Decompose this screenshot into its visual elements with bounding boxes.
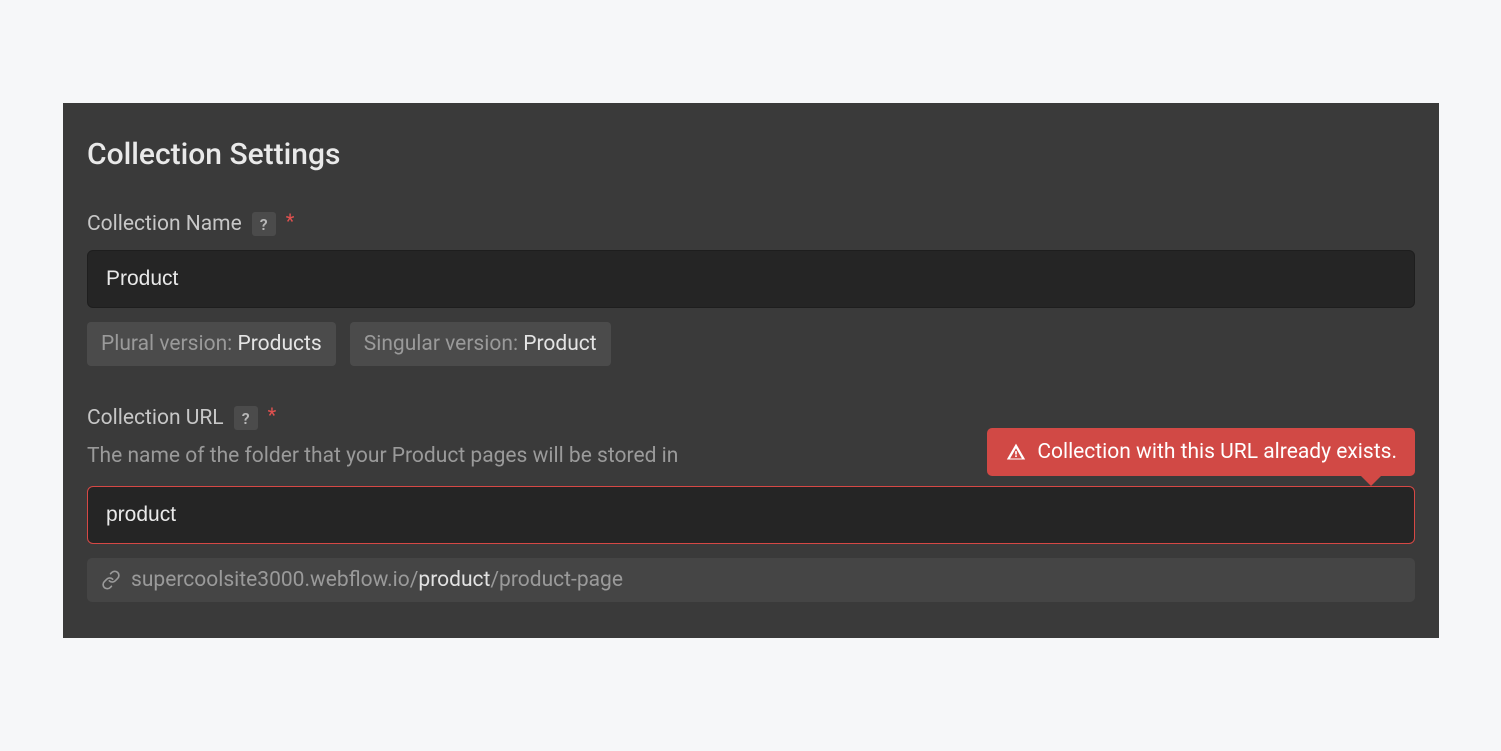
required-indicator: * [286, 211, 295, 231]
collection-name-label-row: Collection Name ? * [87, 212, 1415, 236]
collection-url-input[interactable] [87, 486, 1415, 544]
plural-prefix: Plural version: [101, 332, 237, 356]
url-preview-slug: product [418, 568, 490, 592]
url-error-text: Collection with this URL already exists. [1037, 440, 1397, 464]
url-error-tooltip: Collection with this URL already exists. [987, 428, 1415, 476]
collection-url-section: Collection with this URL already exists. [87, 486, 1415, 544]
required-indicator: * [268, 405, 277, 425]
url-preview: supercoolsite3000.webflow.io/product/pro… [87, 558, 1415, 602]
singular-version-chip[interactable]: Singular version: Product [350, 322, 611, 366]
collection-settings-panel: Collection Settings Collection Name ? * … [63, 103, 1439, 638]
collection-name-input[interactable] [87, 250, 1415, 308]
plural-value: Products [237, 332, 321, 356]
version-chips-row: Plural version: Products Singular versio… [87, 322, 1415, 366]
panel-title: Collection Settings [87, 137, 1415, 172]
url-preview-prefix: supercoolsite3000.webflow.io/ [131, 568, 418, 592]
url-preview-text: supercoolsite3000.webflow.io/product/pro… [131, 568, 623, 592]
url-preview-suffix: /product-page [490, 568, 623, 592]
link-icon [101, 570, 121, 590]
help-icon[interactable]: ? [252, 212, 276, 236]
singular-value: Product [523, 332, 596, 356]
collection-url-label-row: Collection URL ? * [87, 406, 1415, 430]
collection-url-label: Collection URL [87, 406, 224, 430]
singular-prefix: Singular version: [364, 332, 524, 356]
warning-icon [1005, 442, 1027, 462]
collection-name-label: Collection Name [87, 212, 242, 236]
help-icon[interactable]: ? [234, 406, 258, 430]
plural-version-chip[interactable]: Plural version: Products [87, 322, 336, 366]
